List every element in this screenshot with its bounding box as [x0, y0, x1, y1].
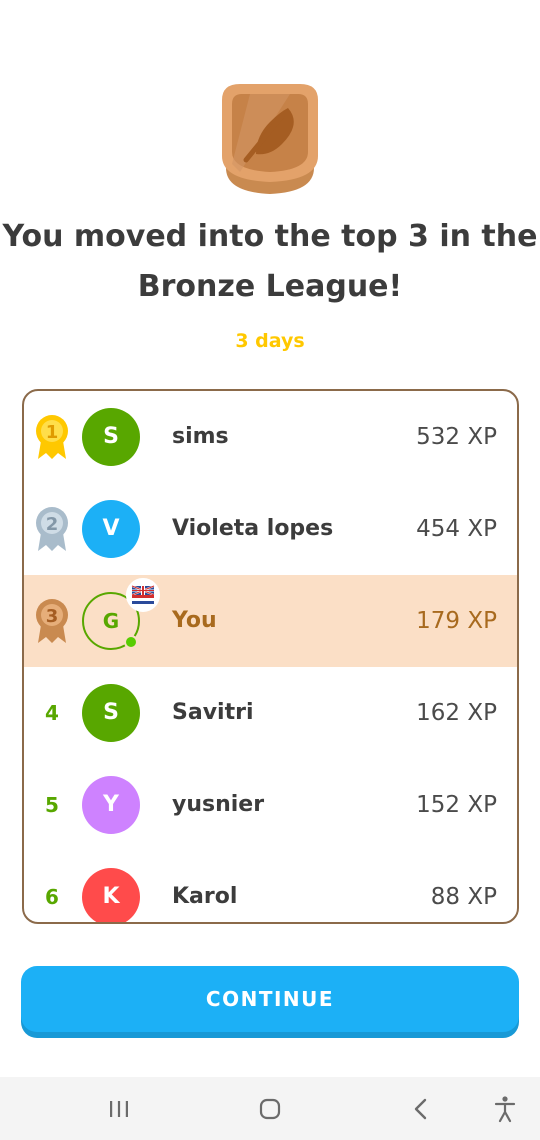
- leaderboard-row[interactable]: 2 V Violeta lopes 454 XP: [24, 483, 517, 575]
- bronze-medal-icon: 3: [32, 597, 72, 645]
- avatar[interactable]: K: [82, 868, 140, 922]
- home-icon[interactable]: [250, 1091, 290, 1127]
- xp-value: 152 XP: [416, 792, 497, 818]
- gold-medal-icon: 1: [32, 413, 72, 461]
- days-remaining: 3 days: [235, 330, 305, 352]
- xp-value: 179 XP: [416, 608, 497, 634]
- headline-line-2: Bronze League!: [137, 269, 403, 304]
- league-badge: [220, 84, 320, 196]
- leaderboard-row-current-user[interactable]: 3 G You 179 XP: [24, 575, 517, 667]
- xp-value: 88 XP: [430, 884, 497, 910]
- user-name: Karol: [172, 884, 238, 909]
- svg-text:3: 3: [46, 606, 59, 627]
- continue-button[interactable]: CONTINUE: [21, 966, 519, 1032]
- bronze-league-feather-icon: [222, 84, 318, 194]
- avatar[interactable]: S: [82, 408, 140, 466]
- headline-line-1: You moved into the top 3 in the: [2, 219, 538, 254]
- leaderboard-row[interactable]: 6 K Karol 88 XP: [24, 851, 517, 922]
- user-name: You: [172, 608, 217, 633]
- promotion-headline: You moved into the top 3 in the Bronze L…: [0, 212, 540, 312]
- back-icon[interactable]: [401, 1091, 441, 1127]
- xp-value: 162 XP: [416, 700, 497, 726]
- leaderboard-row[interactable]: 5 Y yusnier 152 XP: [24, 759, 517, 851]
- user-name: yusnier: [172, 792, 265, 817]
- rank-number: 4: [45, 701, 59, 725]
- avatar[interactable]: V: [82, 500, 140, 558]
- avatar[interactable]: S: [82, 684, 140, 742]
- silver-medal-icon: 2: [32, 505, 72, 553]
- user-name: Savitri: [172, 700, 254, 725]
- system-navigation-bar: [0, 1077, 540, 1140]
- uk-flag-icon: [126, 578, 160, 612]
- leaderboard: 1 S sims 532 XP 2 V Violeta lopes 454 XP: [22, 389, 519, 924]
- avatar[interactable]: Y: [82, 776, 140, 834]
- recent-apps-icon[interactable]: [99, 1091, 139, 1127]
- xp-value: 532 XP: [416, 424, 497, 450]
- user-name: Violeta lopes: [172, 516, 334, 541]
- user-name: sims: [172, 424, 229, 449]
- leaderboard-row[interactable]: 1 S sims 532 XP: [24, 391, 517, 483]
- accessibility-icon[interactable]: [485, 1091, 525, 1127]
- online-indicator: [124, 635, 138, 649]
- rank-number: 5: [45, 793, 59, 817]
- rank-number: 6: [45, 885, 59, 909]
- leaderboard-row[interactable]: 4 S Savitri 162 XP: [24, 667, 517, 759]
- svg-text:1: 1: [46, 422, 59, 443]
- svg-text:2: 2: [46, 514, 59, 535]
- xp-value: 454 XP: [416, 516, 497, 542]
